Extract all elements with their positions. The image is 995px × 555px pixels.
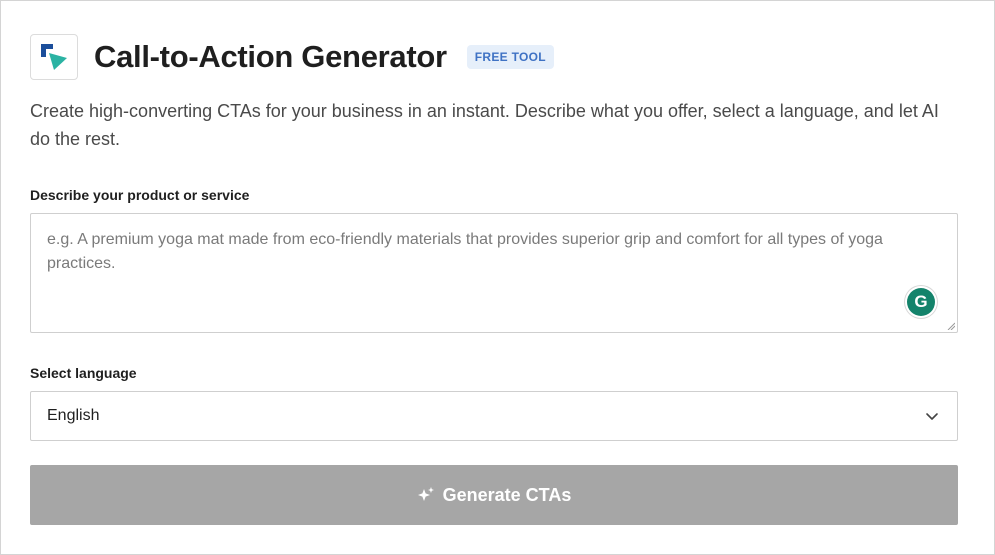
sparkle-icon — [417, 486, 435, 504]
grammarly-icon[interactable]: G — [907, 288, 935, 316]
brand-logo-icon — [30, 34, 78, 80]
header: Call-to-Action Generator FREE TOOL — [30, 34, 554, 80]
language-selected-value: English — [47, 407, 100, 424]
product-field-label: Describe your product or service — [30, 187, 250, 203]
generate-ctas-button[interactable]: Generate CTAs — [30, 465, 958, 525]
page-title: Call-to-Action Generator — [94, 39, 447, 74]
language-field-label: Select language — [30, 365, 137, 381]
generate-button-label: Generate CTAs — [442, 484, 572, 505]
product-description-input[interactable] — [31, 214, 957, 332]
language-select[interactable]: English — [30, 391, 958, 441]
grammarly-letter: G — [914, 292, 928, 311]
cta-generator-panel: Call-to-Action Generator FREE TOOL Creat… — [0, 0, 995, 555]
page-description: Create high-converting CTAs for your bus… — [30, 101, 939, 149]
resize-handle-icon[interactable] — [947, 322, 955, 330]
free-tool-badge: FREE TOOL — [466, 45, 554, 69]
product-description-container: G — [30, 213, 958, 333]
chevron-down-icon — [926, 413, 938, 420]
